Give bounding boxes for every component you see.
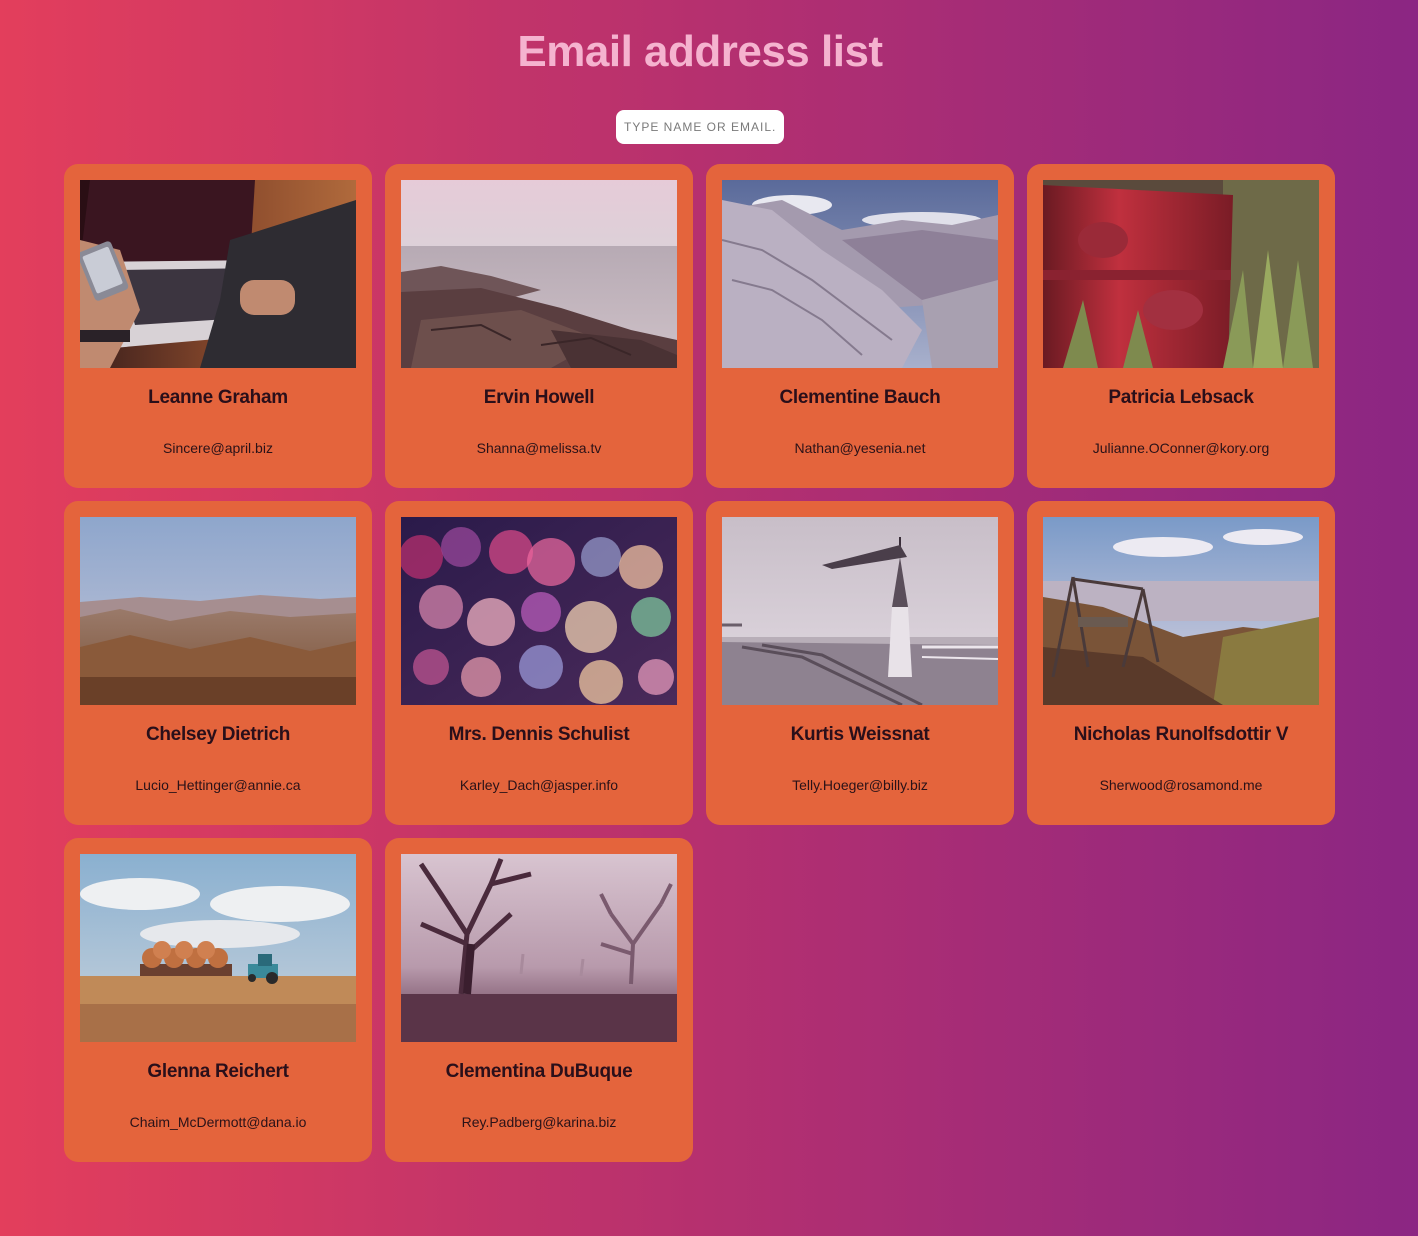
contact-card[interactable]: Nicholas Runolfsdottir V Sherwood@rosamo… — [1027, 501, 1335, 825]
rolling-hills-photo — [80, 517, 356, 705]
contact-card[interactable]: Clementine Bauch Nathan@yesenia.net — [706, 164, 1014, 488]
rocky-coast-photo — [401, 180, 677, 368]
contact-email: Sincere@april.biz — [163, 440, 273, 456]
contact-email: Sherwood@rosamond.me — [1099, 777, 1263, 793]
contact-card[interactable]: Mrs. Dennis Schulist Karley_Dach@jasper.… — [385, 501, 693, 825]
contact-card[interactable]: Kurtis Weissnat Telly.Hoeger@billy.biz — [706, 501, 1014, 825]
contact-email: Lucio_Hettinger@annie.ca — [135, 777, 301, 793]
contact-email: Chaim_McDermott@dana.io — [129, 1114, 307, 1130]
contact-email: Karley_Dach@jasper.info — [459, 777, 619, 793]
contact-card[interactable]: Ervin Howell Shanna@melissa.tv — [385, 164, 693, 488]
contact-card[interactable]: Leanne Graham Sincere@april.biz — [64, 164, 372, 488]
card-grid: Leanne Graham Sincere@april.biz Ervin Ho… — [64, 164, 1335, 1162]
contact-card[interactable]: Clementina DuBuque Rey.Padberg@karina.bi… — [385, 838, 693, 1162]
contact-card[interactable]: Patricia Lebsack Julianne.OConner@kory.o… — [1027, 164, 1335, 488]
contact-email: Telly.Hoeger@billy.biz — [792, 777, 928, 793]
contact-card[interactable]: Glenna Reichert Chaim_McDermott@dana.io — [64, 838, 372, 1162]
foggy-trees-photo — [401, 854, 677, 1042]
lakeside-swing-photo — [1043, 517, 1319, 705]
contact-name: Clementina DuBuque — [445, 1061, 633, 1082]
contact-name: Mrs. Dennis Schulist — [448, 724, 630, 745]
contact-email: Shanna@melissa.tv — [476, 440, 602, 456]
contact-card[interactable]: Chelsey Dietrich Lucio_Hettinger@annie.c… — [64, 501, 372, 825]
contact-name: Ervin Howell — [483, 387, 595, 408]
contact-name: Patricia Lebsack — [1108, 387, 1254, 408]
snowy-mountains-photo — [722, 180, 998, 368]
contact-email: Rey.Padberg@karina.biz — [461, 1114, 617, 1130]
contact-name: Clementine Bauch — [779, 387, 941, 408]
laptop-phone-photo — [80, 180, 356, 368]
page-title: Email address list — [517, 27, 883, 76]
contact-name: Nicholas Runolfsdottir V — [1073, 724, 1289, 745]
hay-tractor-photo — [80, 854, 356, 1042]
contact-email: Julianne.OConner@kory.org — [1092, 440, 1270, 456]
contact-email: Nathan@yesenia.net — [794, 440, 926, 456]
pier-windvane-photo — [722, 517, 998, 705]
search-input[interactable] — [616, 110, 784, 144]
contact-name: Leanne Graham — [148, 387, 288, 408]
contact-name: Glenna Reichert — [147, 1061, 289, 1082]
contact-name: Chelsey Dietrich — [145, 724, 291, 745]
contact-name: Kurtis Weissnat — [790, 724, 930, 745]
bokeh-lights-photo — [401, 517, 677, 705]
rusty-barrel-photo — [1043, 180, 1319, 368]
